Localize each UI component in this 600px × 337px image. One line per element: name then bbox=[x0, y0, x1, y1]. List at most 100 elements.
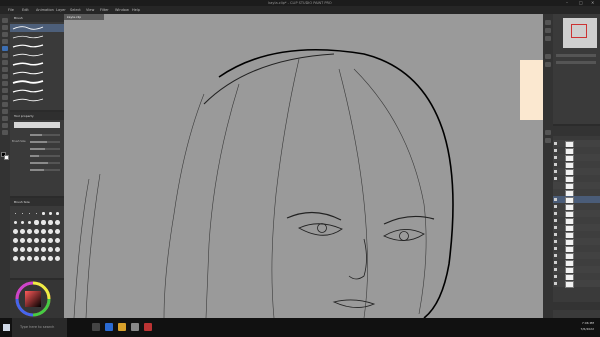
brush-size-preset[interactable] bbox=[28, 212, 31, 215]
visibility-eye-icon[interactable] bbox=[554, 225, 557, 229]
brush-size-preset[interactable] bbox=[21, 212, 24, 215]
navigator-viewport[interactable] bbox=[571, 24, 587, 38]
visibility-eye-icon[interactable] bbox=[554, 191, 557, 194]
text-tool-icon[interactable] bbox=[2, 109, 8, 114]
menu-help[interactable]: Help bbox=[132, 6, 140, 14]
layer-row[interactable] bbox=[553, 203, 600, 211]
layer-row[interactable] bbox=[553, 210, 600, 218]
airbrush-tool-icon[interactable] bbox=[2, 67, 8, 72]
layer-row[interactable] bbox=[553, 280, 600, 288]
item-bank-icon[interactable] bbox=[545, 62, 551, 67]
property-row[interactable] bbox=[12, 160, 62, 165]
property-row[interactable] bbox=[12, 132, 62, 137]
brush-size-preset[interactable] bbox=[34, 238, 39, 243]
blend-tool-icon[interactable] bbox=[2, 81, 8, 86]
brush-item[interactable] bbox=[10, 78, 64, 86]
menu-filter[interactable]: Filter bbox=[100, 6, 109, 14]
pen-tool-icon[interactable] bbox=[2, 46, 8, 51]
brush-size-preset[interactable] bbox=[27, 238, 32, 243]
move-tool-icon[interactable] bbox=[2, 25, 8, 30]
visibility-eye-icon[interactable] bbox=[554, 197, 557, 201]
menu-file[interactable]: File bbox=[8, 6, 14, 14]
drawing-canvas[interactable] bbox=[64, 14, 543, 318]
brush-size-preset[interactable] bbox=[27, 229, 32, 234]
layer-row[interactable] bbox=[553, 252, 600, 260]
taskbar-search[interactable]: Type here to search bbox=[12, 318, 67, 337]
layer-row[interactable] bbox=[553, 175, 600, 183]
brush-size-preset[interactable] bbox=[55, 220, 60, 225]
layer-row[interactable] bbox=[553, 224, 600, 232]
brush-size-preset[interactable] bbox=[20, 247, 25, 252]
brush-size-preset[interactable] bbox=[49, 212, 52, 215]
gradient-tool-icon[interactable] bbox=[2, 95, 8, 100]
visibility-eye-icon[interactable] bbox=[554, 260, 557, 264]
zoom-slider[interactable] bbox=[556, 54, 596, 57]
visibility-eye-icon[interactable] bbox=[554, 169, 557, 173]
visibility-eye-icon[interactable] bbox=[554, 246, 557, 250]
layer-row[interactable] bbox=[553, 259, 600, 267]
system-clock[interactable]: 7:06 PM 7/6/2022 bbox=[572, 320, 594, 335]
visibility-eye-icon[interactable] bbox=[554, 281, 557, 285]
brush-item[interactable] bbox=[10, 96, 64, 104]
brush-size-preset[interactable] bbox=[41, 238, 46, 243]
brush-size-preset[interactable] bbox=[13, 238, 18, 243]
visibility-eye-icon[interactable] bbox=[554, 239, 557, 243]
layer-row[interactable] bbox=[553, 231, 600, 239]
layer-search-icon[interactable] bbox=[545, 138, 551, 143]
pencil-tool-icon[interactable] bbox=[2, 53, 8, 58]
brush-size-preset[interactable] bbox=[20, 256, 25, 261]
brush-size-preset[interactable] bbox=[20, 229, 25, 234]
brush-panel-tab[interactable]: Brush bbox=[10, 14, 64, 22]
brush-size-preset[interactable] bbox=[13, 229, 18, 234]
color-wheel[interactable] bbox=[10, 280, 64, 318]
layer-row[interactable] bbox=[553, 140, 600, 148]
brush-size-preset[interactable] bbox=[13, 247, 18, 252]
figure-tool-icon[interactable] bbox=[2, 102, 8, 107]
brush-size-preset[interactable] bbox=[41, 247, 46, 252]
brush-size-preset[interactable] bbox=[35, 212, 38, 215]
rotate-slider[interactable] bbox=[556, 61, 596, 64]
document-tab[interactable]: kayla.clip bbox=[64, 14, 104, 20]
tool-property-tab[interactable]: Tool property bbox=[10, 112, 64, 120]
visibility-eye-icon[interactable] bbox=[554, 232, 557, 236]
menu-select[interactable]: Select bbox=[70, 6, 81, 14]
start-icon[interactable] bbox=[3, 324, 10, 331]
history-icon[interactable] bbox=[545, 54, 551, 59]
menu-animation[interactable]: Animation bbox=[36, 6, 54, 14]
visibility-eye-icon[interactable] bbox=[554, 211, 557, 215]
visibility-eye-icon[interactable] bbox=[554, 162, 557, 166]
visibility-eye-icon[interactable] bbox=[554, 184, 557, 187]
layer-row[interactable] bbox=[553, 245, 600, 253]
brush-size-preset[interactable] bbox=[20, 238, 25, 243]
layer-row[interactable] bbox=[553, 168, 600, 176]
brush-size-preset[interactable] bbox=[34, 220, 39, 225]
eraser-tool-icon[interactable] bbox=[2, 74, 8, 79]
ruler-tool-icon[interactable] bbox=[2, 123, 8, 128]
property-slider[interactable] bbox=[30, 168, 60, 171]
brush-size-tab[interactable]: Brush Size bbox=[10, 198, 64, 206]
brush-size-preset[interactable] bbox=[34, 256, 39, 261]
property-row[interactable] bbox=[12, 167, 62, 172]
brush-item[interactable] bbox=[10, 24, 64, 32]
brush-size-preset[interactable] bbox=[41, 229, 46, 234]
sub-color-swatch[interactable] bbox=[4, 155, 9, 160]
navigator-preview[interactable] bbox=[563, 18, 597, 48]
visibility-eye-icon[interactable] bbox=[554, 155, 557, 159]
layer-row[interactable] bbox=[553, 266, 600, 274]
layer-row[interactable] bbox=[553, 217, 600, 225]
property-slider[interactable] bbox=[30, 154, 60, 157]
store-icon[interactable] bbox=[131, 323, 139, 331]
brush-size-preset[interactable] bbox=[34, 229, 39, 234]
property-slider[interactable] bbox=[30, 140, 60, 143]
property-row[interactable] bbox=[12, 153, 62, 158]
property-slider[interactable] bbox=[30, 147, 60, 150]
lasso-tool-icon[interactable] bbox=[2, 39, 8, 44]
menu-window[interactable]: Window bbox=[115, 6, 129, 14]
layer-row[interactable] bbox=[553, 161, 600, 169]
brush-size-preset[interactable] bbox=[42, 212, 45, 215]
layer-row[interactable] bbox=[553, 147, 600, 155]
material-icon[interactable] bbox=[545, 36, 551, 41]
brush-size-preset[interactable] bbox=[20, 220, 25, 225]
visibility-eye-icon[interactable] bbox=[554, 148, 557, 152]
brush-size-preset[interactable] bbox=[56, 212, 59, 215]
